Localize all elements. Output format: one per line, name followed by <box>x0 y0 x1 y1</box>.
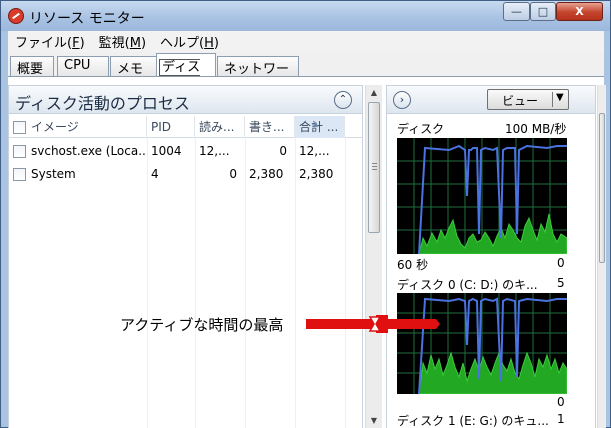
select-all-checkbox[interactable] <box>13 121 26 134</box>
column-image[interactable]: イメージ <box>9 116 147 138</box>
row-total-cell: 2,380 <box>299 167 334 181</box>
graphs-header: › ビュー ▼ <box>387 86 595 114</box>
row-pid-cell: 4 <box>151 167 159 181</box>
disk0-queue-graph-min-label: 0 <box>557 395 565 409</box>
disk-process-title: ディスク活動のプロセス <box>15 94 190 113</box>
scroll-down-arrow-icon[interactable]: ▼ <box>366 413 382 428</box>
row-checkbox[interactable] <box>13 145 26 158</box>
sort-ascending-icon: ▲ <box>313 120 319 128</box>
dropdown-arrow-icon: ▼ <box>556 92 564 103</box>
row-total-cell: 12,... <box>299 144 330 158</box>
row-read-cell: 0 <box>229 167 237 181</box>
disk-graph-max-label: 100 MB/秒 <box>505 122 567 136</box>
table-row[interactable]: svchost.exe (Loca... 1004 12,... 0 12,..… <box>9 140 362 163</box>
row-image-cell: System <box>9 163 147 186</box>
column-total[interactable]: ▲ 合計 ... <box>295 116 345 138</box>
disk-graph-time-label: 60 秒 <box>397 258 429 272</box>
title-bar[interactable]: リソース モニター — □ X <box>1 1 610 31</box>
disk-process-header[interactable]: ディスク活動のプロセス ⌃ <box>9 86 362 114</box>
window-title: リソース モニター <box>29 11 145 27</box>
menu-file[interactable]: ファイル(F) <box>8 32 92 51</box>
tab-network[interactable]: ネットワーク <box>217 56 299 96</box>
row-read-cell: 12,... <box>199 144 230 158</box>
resource-monitor-window: リソース モニター — □ X ファイル(F) 監視(M) ヘルプ(H) 概要 … <box>0 0 611 428</box>
view-dropdown-button[interactable]: ビュー ▼ <box>487 89 569 110</box>
main-content: ディスク活動のプロセス ⌃ イメージ PID 読み... 書き... ▲ 合計 .… <box>8 76 606 428</box>
graphs-panel: › ビュー ▼ ディスク 100 MB/秒 60 秒 0 ディスク 0 (C: … <box>386 85 596 428</box>
process-table-header: イメージ PID 読み... 書き... ▲ 合計 ... <box>9 116 362 138</box>
column-write[interactable]: 書き... <box>245 116 295 138</box>
row-write-cell: 2,380 <box>249 167 284 181</box>
column-read[interactable]: 読み... <box>195 116 245 138</box>
scroll-thumb[interactable] <box>368 102 380 233</box>
column-pid[interactable]: PID <box>147 116 195 138</box>
tab-cpu[interactable]: CPU <box>57 56 109 76</box>
row-image-cell: svchost.exe (Loca... <box>9 140 147 163</box>
disk-graph-min-label: 0 <box>557 256 565 270</box>
close-button[interactable]: X <box>556 2 603 21</box>
menu-bar: ファイル(F) 監視(M) ヘルプ(H) <box>8 31 604 52</box>
graphs-panel-scrollbar[interactable] <box>597 85 606 428</box>
resource-monitor-app-icon <box>8 8 24 24</box>
minimize-button[interactable]: — <box>503 2 530 21</box>
grip-line <box>372 166 377 167</box>
tab-strip: 概要 CPU メモリ ディスク ネットワーク <box>8 52 604 96</box>
graphs-scroll-thumb[interactable] <box>599 113 605 263</box>
expand-chevron-icon[interactable]: › <box>393 91 411 109</box>
row-write-cell: 0 <box>279 144 287 158</box>
scroll-up-arrow-icon[interactable]: ▲ <box>366 85 382 101</box>
disk-activity-graph <box>397 138 567 254</box>
disk-graph-title: ディスク <box>397 122 445 136</box>
disk0-queue-graph <box>397 293 567 394</box>
tab-overview[interactable]: 概要 <box>10 56 54 77</box>
tab-memory[interactable]: メモリ <box>110 56 157 96</box>
disk-process-panel: ディスク活動のプロセス ⌃ イメージ PID 読み... 書き... ▲ 合計 .… <box>8 85 363 428</box>
disk0-queue-graph-title: ディスク 0 (C: D:) のキ... <box>397 278 538 292</box>
disk1-queue-graph-title: ディスク 1 (E: G:) のキュ... <box>397 414 549 428</box>
dropdown-divider <box>552 92 553 107</box>
tab-disk[interactable]: ディスク <box>156 53 216 95</box>
disk1-queue-graph-max-label: 1 <box>557 412 565 426</box>
menu-help[interactable]: ヘルプ(H) <box>153 32 226 51</box>
annotation-label: アクティブな時間の最高 <box>120 316 284 334</box>
grip-line <box>372 163 377 164</box>
red-arrow-icon <box>306 315 440 333</box>
view-label: ビュー <box>502 94 539 108</box>
row-checkbox[interactable] <box>13 168 26 181</box>
collapse-chevron-icon[interactable]: ⌃ <box>334 91 352 109</box>
process-panel-scrollbar[interactable]: ▲ ▼ <box>365 85 382 428</box>
grip-line <box>372 169 377 170</box>
menu-monitor[interactable]: 監視(M) <box>92 32 153 51</box>
maximize-button[interactable]: □ <box>530 2 556 21</box>
table-row[interactable]: System 4 0 2,380 2,380 <box>9 163 362 186</box>
disk0-queue-graph-max-label: 5 <box>557 276 565 290</box>
row-pid-cell: 1004 <box>151 144 182 158</box>
